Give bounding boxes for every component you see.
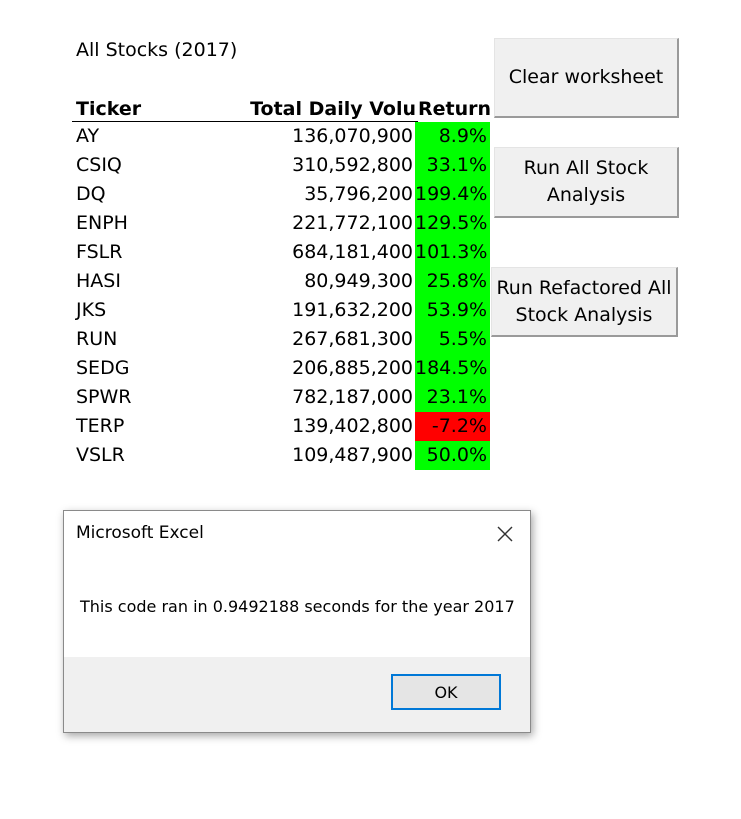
return-cell[interactable]: 199.4% — [415, 180, 490, 209]
ticker-cell[interactable]: SPWR — [76, 383, 226, 412]
table-row: JKS 191,632,200 53.9% — [0, 296, 500, 325]
ok-button[interactable]: OK — [391, 674, 501, 710]
ticker-cell[interactable]: CSIQ — [76, 151, 226, 180]
dialog-title: Microsoft Excel — [76, 523, 204, 543]
total-volume-cell[interactable]: 136,070,900 — [230, 122, 413, 151]
ticker-cell[interactable]: JKS — [76, 296, 226, 325]
total-volume-cell[interactable]: 80,949,300 — [230, 267, 413, 296]
header-return: Return — [418, 98, 490, 120]
table-row: FSLR 684,181,400 101.3% — [0, 238, 500, 267]
ticker-cell[interactable]: RUN — [76, 325, 226, 354]
table-row: AY 136,070,900 8.9% — [0, 122, 500, 151]
header-total-daily-volume: Total Daily Volu — [250, 98, 416, 120]
total-volume-cell[interactable]: 109,487,900 — [230, 441, 413, 470]
total-volume-cell[interactable]: 684,181,400 — [230, 238, 413, 267]
return-cell[interactable]: 53.9% — [415, 296, 490, 325]
worksheet: All Stocks (2017) Ticker Total Daily Vol… — [0, 0, 741, 819]
run-all-stock-analysis-button[interactable]: Run All Stock Analysis — [494, 147, 679, 218]
sheet-title: All Stocks (2017) — [76, 39, 238, 61]
ticker-cell[interactable]: DQ — [76, 180, 226, 209]
table-row: SPWR 782,187,000 23.1% — [0, 383, 500, 412]
message-dialog: Microsoft Excel This code ran in 0.94921… — [63, 510, 531, 733]
dialog-footer: OK — [64, 657, 530, 732]
total-volume-cell[interactable]: 139,402,800 — [230, 412, 413, 441]
total-volume-cell[interactable]: 310,592,800 — [230, 151, 413, 180]
return-cell[interactable]: 184.5% — [415, 354, 490, 383]
return-cell[interactable]: 25.8% — [415, 267, 490, 296]
return-cell[interactable]: 129.5% — [415, 209, 490, 238]
total-volume-cell[interactable]: 267,681,300 — [230, 325, 413, 354]
ticker-cell[interactable]: TERP — [76, 412, 226, 441]
table-row: CSIQ 310,592,800 33.1% — [0, 151, 500, 180]
ticker-cell[interactable]: ENPH — [76, 209, 226, 238]
total-volume-cell[interactable]: 206,885,200 — [230, 354, 413, 383]
table-row: VSLR 109,487,900 50.0% — [0, 441, 500, 470]
ticker-cell[interactable]: SEDG — [76, 354, 226, 383]
table-row: HASI 80,949,300 25.8% — [0, 267, 500, 296]
total-volume-cell[interactable]: 782,187,000 — [230, 383, 413, 412]
total-volume-cell[interactable]: 35,796,200 — [230, 180, 413, 209]
table-row: RUN 267,681,300 5.5% — [0, 325, 500, 354]
ticker-cell[interactable]: VSLR — [76, 441, 226, 470]
return-cell[interactable]: 8.9% — [415, 122, 490, 151]
table-row: ENPH 221,772,100 129.5% — [0, 209, 500, 238]
run-refactored-analysis-button[interactable]: Run Refactored All Stock Analysis — [491, 267, 678, 337]
table-row: DQ 35,796,200 199.4% — [0, 180, 500, 209]
dialog-message: This code ran in 0.9492188 seconds for t… — [80, 597, 515, 616]
ticker-cell[interactable]: FSLR — [76, 238, 226, 267]
table-row: TERP 139,402,800 -7.2% — [0, 412, 500, 441]
total-volume-cell[interactable]: 191,632,200 — [230, 296, 413, 325]
table-row: SEDG 206,885,200 184.5% — [0, 354, 500, 383]
ticker-cell[interactable]: AY — [76, 122, 226, 151]
return-cell[interactable]: 5.5% — [415, 325, 490, 354]
total-volume-cell[interactable]: 221,772,100 — [230, 209, 413, 238]
return-cell[interactable]: 23.1% — [415, 383, 490, 412]
close-icon[interactable] — [492, 521, 518, 547]
ticker-cell[interactable]: HASI — [76, 267, 226, 296]
clear-worksheet-button[interactable]: Clear worksheet — [494, 38, 679, 118]
return-cell[interactable]: 101.3% — [415, 238, 490, 267]
header-ticker: Ticker — [76, 98, 142, 120]
return-cell[interactable]: 33.1% — [415, 151, 490, 180]
return-cell[interactable]: 50.0% — [415, 441, 490, 470]
return-cell[interactable]: -7.2% — [415, 412, 490, 441]
